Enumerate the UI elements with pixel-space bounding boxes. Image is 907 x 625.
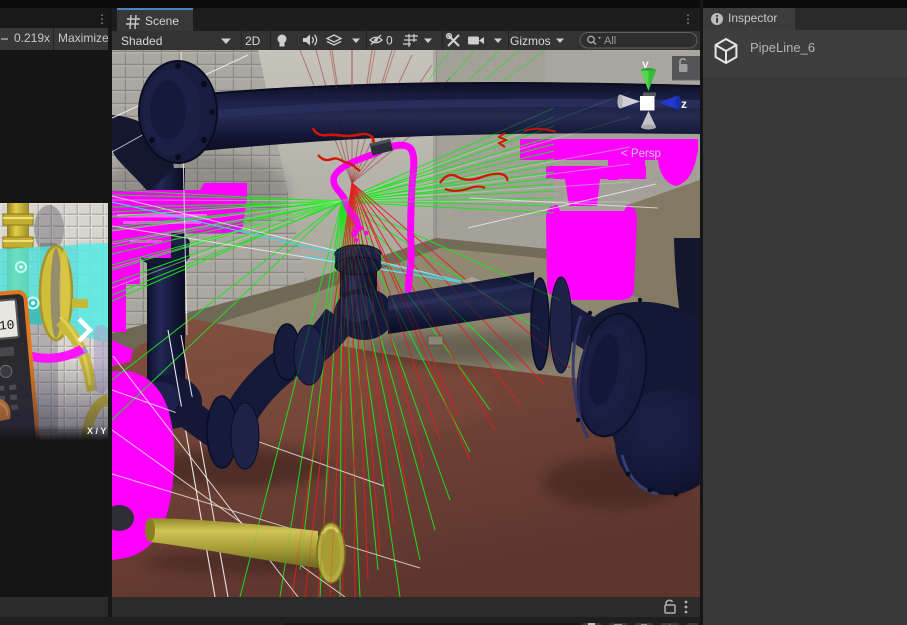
svg-text:Shaded: Shaded: [121, 34, 162, 48]
svg-text:All: All: [604, 35, 616, 47]
svg-text:10: 10: [0, 317, 15, 333]
svg-text:Gizmos: Gizmos: [510, 34, 551, 48]
svg-text:< Persp: < Persp: [621, 148, 661, 160]
svg-text:0: 0: [386, 34, 393, 48]
svg-text:z: z: [681, 97, 687, 111]
svg-text:2D: 2D: [245, 34, 261, 48]
svg-text:X / Y: X / Y: [87, 426, 106, 436]
